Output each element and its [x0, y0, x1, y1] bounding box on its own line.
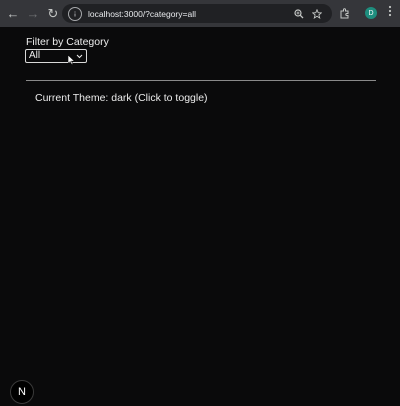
profile-avatar[interactable]: D — [365, 7, 377, 19]
theme-toggle[interactable]: Current Theme: dark (Click to toggle) — [35, 92, 208, 104]
address-bar[interactable]: localhost:3000/?category=all — [62, 4, 332, 23]
nextjs-badge-letter: N — [18, 386, 26, 398]
reload-button[interactable]: ↻ — [43, 4, 63, 24]
browser-toolbar: ← → ↻ localhost:3000/?category=all D — [0, 0, 400, 27]
site-info-icon[interactable] — [68, 6, 82, 21]
divider — [26, 80, 376, 81]
extensions-icon[interactable] — [337, 6, 351, 20]
menu-icon[interactable] — [385, 5, 395, 21]
mouse-cursor-icon — [68, 55, 76, 65]
forward-button[interactable]: → — [23, 4, 43, 24]
back-button[interactable]: ← — [3, 4, 23, 24]
url-text[interactable]: localhost:3000/?category=all — [88, 9, 196, 19]
nextjs-dev-badge[interactable]: N — [10, 380, 34, 404]
category-select[interactable]: All — [25, 49, 87, 63]
bookmark-star-icon[interactable] — [309, 6, 324, 21]
zoom-icon[interactable] — [291, 6, 306, 21]
chevron-down-icon — [76, 50, 83, 66]
filter-label: Filter by Category — [26, 36, 109, 48]
page-content: Filter by Category All Current Theme: da… — [0, 27, 400, 406]
category-select-value: All — [29, 50, 41, 61]
